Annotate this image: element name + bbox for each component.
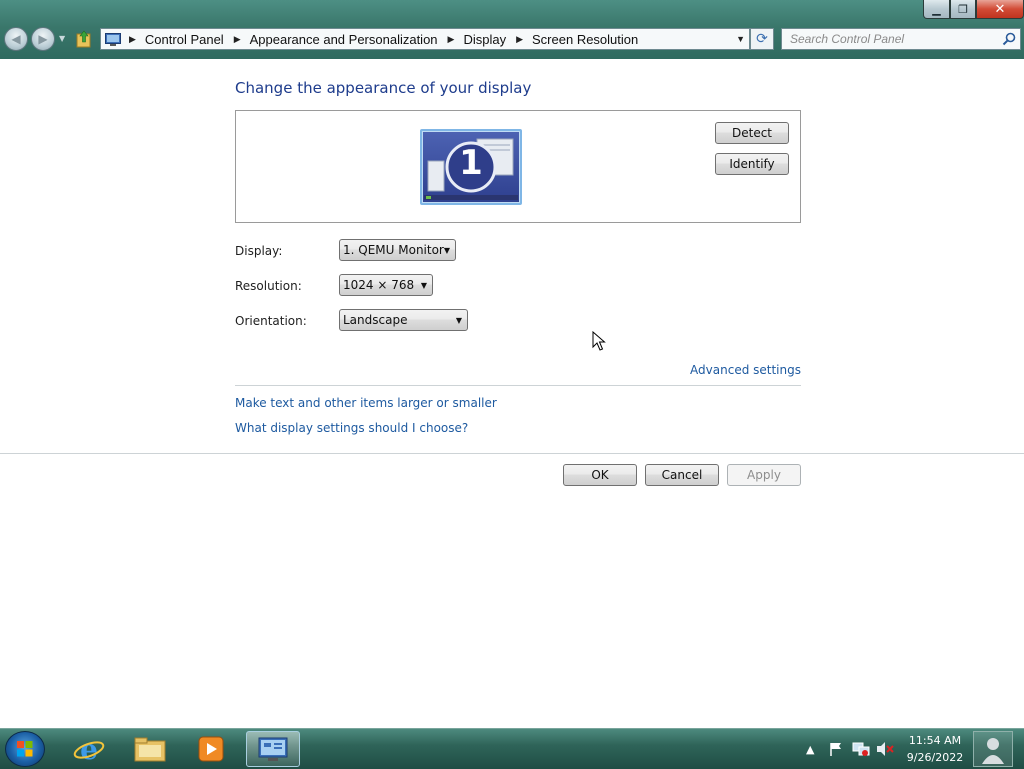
volume-button[interactable]	[876, 729, 894, 769]
search-input[interactable]	[788, 31, 1002, 47]
restore-icon: ❐	[958, 2, 968, 16]
taskbar-media-player[interactable]	[184, 731, 238, 767]
text-size-link[interactable]: Make text and other items larger or smal…	[235, 396, 497, 410]
ok-button[interactable]: OK	[563, 464, 637, 486]
action-center-button[interactable]	[828, 729, 844, 769]
address-history-dropdown-icon[interactable]: ▼	[736, 34, 745, 44]
close-button[interactable]: ✕	[976, 0, 1024, 19]
orientation-select[interactable]: Landscape ▼	[339, 309, 468, 331]
refresh-button[interactable]: ⟳	[750, 28, 774, 50]
back-button[interactable]: ◀	[4, 27, 28, 51]
orientation-select-value: Landscape	[343, 313, 408, 327]
svg-text:e: e	[80, 734, 98, 764]
resolution-label: Resolution:	[235, 279, 302, 293]
start-orb-icon	[17, 741, 33, 757]
folder-up-icon[interactable]	[76, 30, 92, 48]
chevron-down-icon: ▼	[420, 280, 427, 290]
taskbar-internet-explorer[interactable]: e	[62, 731, 116, 767]
control-panel-icon	[105, 32, 121, 46]
minimize-icon: ▁	[932, 2, 941, 16]
file-explorer-icon	[134, 737, 166, 762]
breadcrumb-separator-icon[interactable]: ▶	[516, 34, 523, 45]
chevron-down-icon: ▼	[443, 245, 450, 255]
network-icon	[852, 742, 870, 756]
internet-explorer-icon: e	[73, 734, 105, 764]
monitor-1-thumbnail[interactable]: 1	[420, 129, 522, 205]
display-select[interactable]: 1. QEMU Monitor ▼	[339, 239, 456, 261]
search-icon[interactable]	[1002, 32, 1016, 46]
refresh-icon: ⟳	[756, 31, 768, 47]
orientation-label: Orientation:	[235, 314, 307, 328]
breadcrumb-appearance[interactable]: Appearance and Personalization	[250, 32, 438, 47]
detect-button[interactable]: Detect	[715, 122, 789, 144]
window-controls: ▁ ❐ ✕	[923, 0, 1024, 20]
minimize-button[interactable]: ▁	[923, 0, 950, 19]
user-avatar-icon	[982, 738, 1004, 764]
network-button[interactable]	[852, 729, 870, 769]
breadcrumb-control-panel[interactable]: Control Panel	[145, 32, 224, 47]
display-label: Display:	[235, 244, 283, 258]
search-box[interactable]	[781, 28, 1021, 50]
breadcrumb-screen-resolution[interactable]: Screen Resolution	[532, 32, 638, 47]
monitor-number: 1	[459, 143, 483, 183]
advanced-settings-link[interactable]: Advanced settings	[690, 363, 801, 377]
forward-button[interactable]: ▶	[31, 27, 55, 51]
breadcrumb-separator-icon[interactable]: ▶	[448, 34, 455, 45]
page-title: Change the appearance of your display	[235, 79, 532, 97]
screen-resolution-panel: Change the appearance of your display 1 …	[0, 59, 1024, 728]
recent-pages-dropdown-icon[interactable]: ▼	[59, 34, 65, 43]
window-titlebar: ▁ ❐ ✕ ◀ ▶ ▼ ▶ Control Panel ▶ Appearance…	[0, 0, 1024, 59]
back-arrow-icon: ◀	[11, 32, 21, 46]
mouse-pointer-icon	[592, 331, 606, 351]
volume-muted-icon	[877, 742, 894, 756]
breadcrumb-separator-icon[interactable]: ▶	[234, 34, 241, 45]
close-icon: ✕	[994, 1, 1006, 17]
taskbar-clock[interactable]: 11:54 AM 9/26/2022	[900, 732, 970, 766]
breadcrumb-separator-icon[interactable]: ▶	[129, 34, 136, 45]
show-hidden-icons-button[interactable]: ▲	[806, 729, 814, 769]
clock-time: 11:54 AM	[908, 734, 962, 747]
control-panel-icon	[258, 737, 288, 761]
taskbar: e ▲ 11:54 AM 9/26/2022	[0, 728, 1024, 769]
forward-arrow-icon: ▶	[38, 32, 48, 46]
identify-button[interactable]: Identify	[715, 153, 789, 175]
divider	[235, 385, 801, 386]
media-player-icon	[198, 736, 224, 762]
clock-date: 9/26/2022	[906, 751, 964, 764]
taskbar-control-panel[interactable]	[246, 731, 300, 767]
action-center-flag-icon	[830, 743, 841, 756]
monitor-preview-area: 1 Detect Identify	[235, 110, 801, 223]
cancel-button[interactable]: Cancel	[645, 464, 719, 486]
breadcrumb-display[interactable]: Display	[463, 32, 506, 47]
display-help-link[interactable]: What display settings should I choose?	[235, 421, 468, 435]
start-button[interactable]	[5, 731, 45, 767]
footer-divider	[0, 453, 1024, 454]
restore-button[interactable]: ❐	[950, 0, 976, 19]
chevron-up-icon: ▲	[806, 742, 815, 756]
apply-button[interactable]: Apply	[727, 464, 801, 486]
chevron-down-icon: ▼	[455, 315, 462, 325]
address-bar[interactable]: ▶ Control Panel ▶ Appearance and Persona…	[100, 28, 750, 50]
taskbar-file-explorer[interactable]	[123, 731, 177, 767]
resolution-select[interactable]: 1024 × 768 ▼	[339, 274, 433, 296]
resolution-select-value: 1024 × 768	[343, 278, 415, 292]
display-select-value: 1. QEMU Monitor	[343, 243, 444, 257]
user-account-button[interactable]	[973, 731, 1013, 767]
